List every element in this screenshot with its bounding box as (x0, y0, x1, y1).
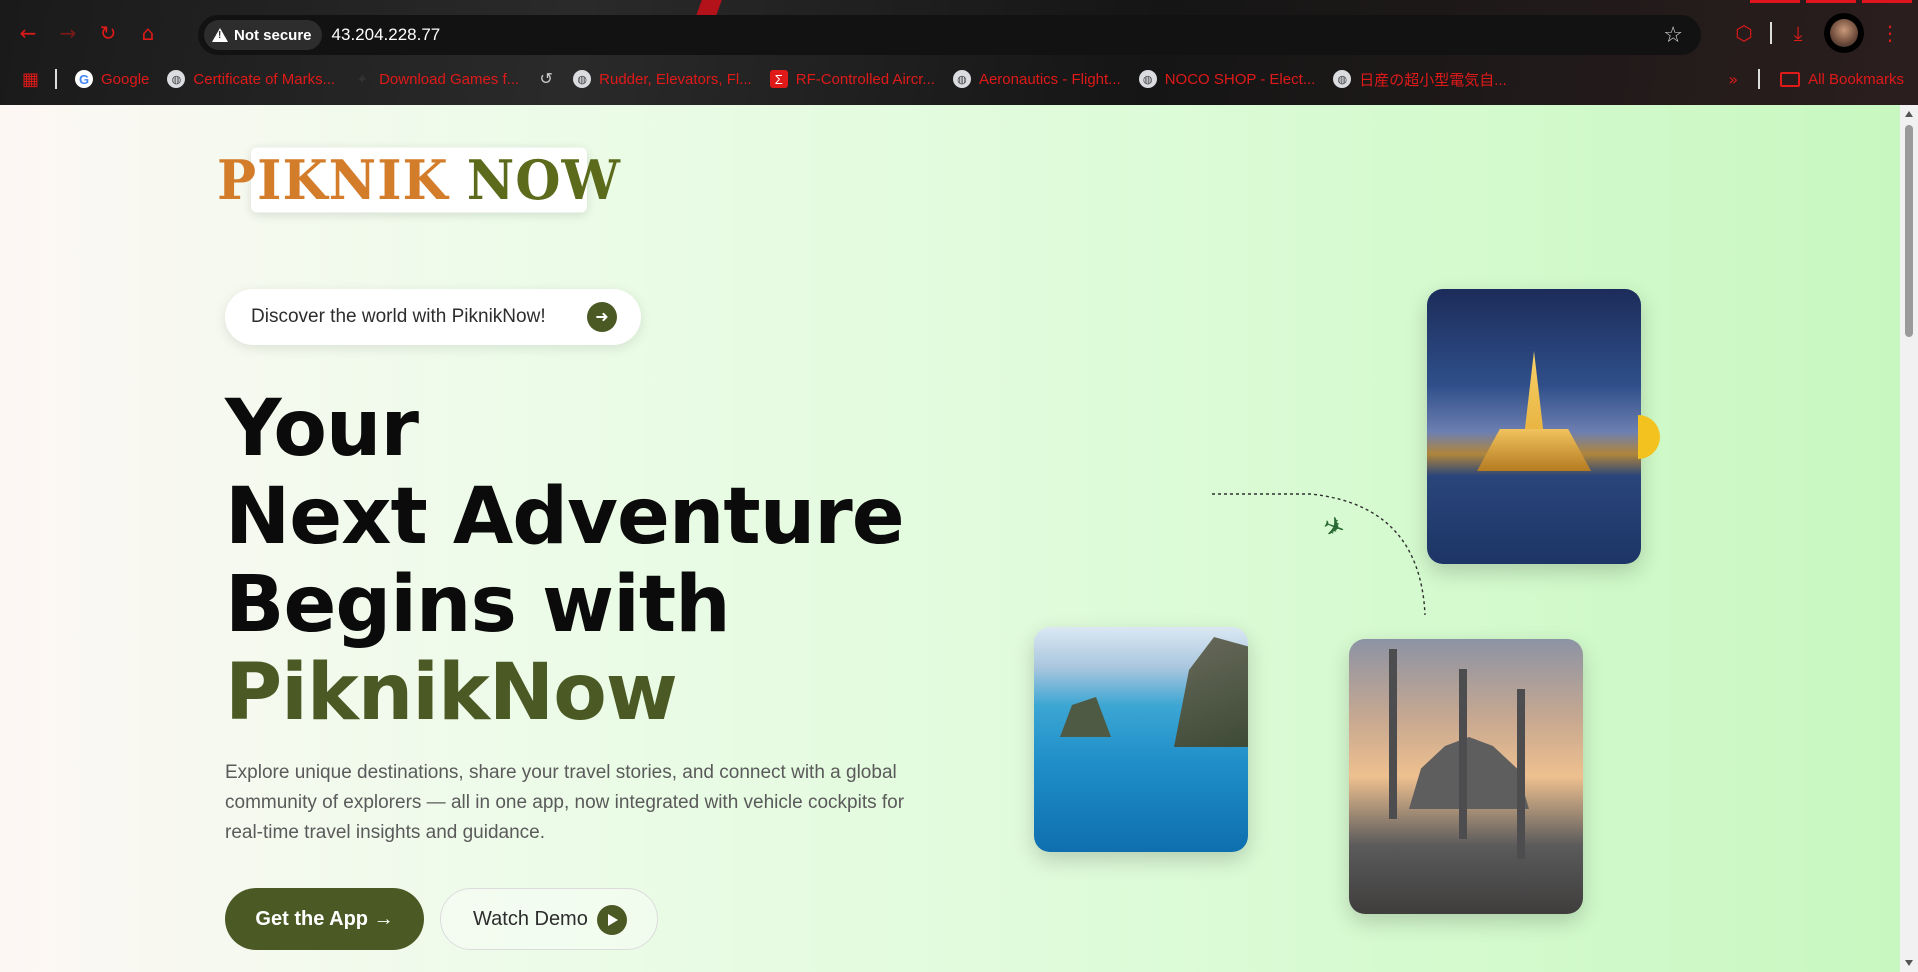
bookmark-nissan[interactable]: ◍ 日産の超小型電気自... (1333, 69, 1507, 90)
bookmark-label: Certificate of Marks... (193, 70, 336, 88)
bookmarks-divider (55, 69, 58, 89)
bookmarks-divider (1758, 69, 1761, 89)
chevron-right-double-icon[interactable]: » (1728, 70, 1738, 89)
all-bookmarks-label: All Bookmarks (1808, 70, 1904, 88)
globe-icon: ◍ (167, 70, 186, 88)
history-icon: ↺ (539, 71, 553, 88)
bookmarks-right: » All Bookmarks (1728, 60, 1904, 98)
avatar (1830, 19, 1858, 47)
headline-line-1: Your (225, 384, 419, 474)
globe-icon: ◍ (573, 70, 592, 88)
google-icon: G (75, 70, 94, 88)
bookmark-rudder[interactable]: ◍ Rudder, Elevators, Fl... (573, 70, 752, 88)
discover-pill[interactable]: Discover the world with PiknikNow! ➜ (225, 289, 641, 345)
bookmark-label: Download Games f... (379, 70, 520, 88)
play-icon (597, 905, 627, 935)
back-icon[interactable]: ← (10, 15, 46, 51)
scrollbar-thumb[interactable] (1905, 125, 1913, 337)
bookmark-star-icon[interactable]: ☆ (1663, 23, 1683, 48)
bookmark-download-games[interactable]: ✦ Download Games f... (353, 70, 519, 88)
scroll-down-icon[interactable] (1905, 960, 1913, 966)
carousel-next-indicator[interactable] (1638, 415, 1660, 459)
toolbar-right: ⬡ ⤓ ⋮ (1730, 12, 1918, 54)
bookmark-label: Google (101, 70, 150, 88)
bookmark-google[interactable]: G Google (75, 70, 149, 88)
headline-line-3: Begins with (225, 560, 731, 650)
page-scrollbar[interactable] (1900, 105, 1918, 972)
security-chip[interactable]: Not secure (204, 20, 322, 50)
reload-icon[interactable]: ↻ (90, 15, 126, 51)
tab-indicator (1750, 0, 1800, 3)
globe-icon: ◍ (952, 70, 971, 88)
game-icon: ✦ (356, 70, 368, 87)
web-page: PIKNIK NOW Discover the world with Pikni… (0, 105, 1900, 972)
globe-icon: ◍ (1138, 70, 1157, 88)
bookmark-certificate[interactable]: ◍ Certificate of Marks... (167, 70, 335, 88)
destination-photo-coast (1034, 627, 1248, 852)
apps-grid-icon[interactable]: ▦ (22, 69, 39, 90)
destination-photo-mosque (1349, 639, 1583, 914)
bookmarks-bar: ▦ G Google ◍ Certificate of Marks... ✦ D… (0, 60, 1918, 98)
security-label: Not secure (234, 26, 312, 44)
bookmark-label: Rudder, Elevators, Fl... (599, 70, 752, 88)
profile-button[interactable] (1824, 13, 1864, 53)
home-icon[interactable]: ⌂ (130, 15, 166, 51)
get-app-button[interactable]: Get the App → (225, 888, 424, 950)
download-icon[interactable]: ⤓ (1784, 21, 1812, 45)
menu-icon[interactable]: ⋮ (1876, 21, 1904, 45)
tab-indicator (1862, 0, 1912, 3)
watch-demo-button[interactable]: Watch Demo (440, 888, 658, 950)
forward-icon[interactable]: → (50, 15, 86, 51)
url-text[interactable]: 43.204.228.77 (332, 25, 441, 45)
site-logo[interactable]: PIKNIK NOW (217, 147, 620, 213)
headline-brand: PiknikNow (225, 648, 678, 738)
hero-headline: Your Next Adventure Begins with PiknikNo… (225, 384, 905, 738)
folder-icon (1780, 71, 1801, 87)
bookmark-label: 日産の超小型電気自... (1359, 71, 1507, 89)
scroll-up-icon[interactable] (1905, 111, 1913, 117)
bookmark-history[interactable]: ↺ (537, 70, 555, 88)
bookmark-noco-shop[interactable]: ◍ NOCO SHOP - Elect... (1138, 70, 1316, 88)
arrow-right-icon: ➜ (587, 302, 617, 332)
bookmark-rf-controlled[interactable]: Σ RF-Controlled Aircr... (769, 70, 935, 88)
headline-line-2: Next Adventure (225, 472, 905, 562)
hero-description: Explore unique destinations, share your … (225, 762, 905, 843)
sigma-icon: Σ (769, 70, 788, 88)
bookmark-label: RF-Controlled Aircr... (795, 70, 935, 88)
discover-text: Discover the world with PiknikNow! (251, 306, 546, 327)
toolbar: ← → ↻ ⌂ Not secure 43.204.228.77 ☆ ⬡ ⤓ ⋮ (0, 12, 1918, 55)
extensions-icon[interactable]: ⬡ (1730, 21, 1758, 45)
bookmark-aeronautics[interactable]: ◍ Aeronautics - Flight... (952, 70, 1121, 88)
globe-icon: ◍ (1333, 70, 1352, 88)
logo-word-piknik: PIKNIK (217, 147, 449, 213)
bookmark-label: NOCO SHOP - Elect... (1164, 70, 1316, 88)
all-bookmarks-button[interactable]: All Bookmarks (1780, 71, 1904, 88)
address-bar[interactable]: Not secure 43.204.228.77 ☆ (198, 15, 1701, 55)
toolbar-divider (1770, 22, 1772, 44)
watch-demo-label: Watch Demo (473, 907, 588, 930)
bookmark-label: Aeronautics - Flight... (978, 70, 1121, 88)
warning-icon (212, 28, 228, 42)
flight-path (1212, 493, 1426, 616)
destination-photo-temple (1427, 289, 1641, 564)
browser-chrome: ← → ↻ ⌂ Not secure 43.204.228.77 ☆ ⬡ ⤓ ⋮… (0, 0, 1918, 105)
logo-word-now: NOW (466, 147, 621, 213)
tab-indicator (1806, 0, 1856, 3)
tab-strip (0, 0, 1918, 12)
